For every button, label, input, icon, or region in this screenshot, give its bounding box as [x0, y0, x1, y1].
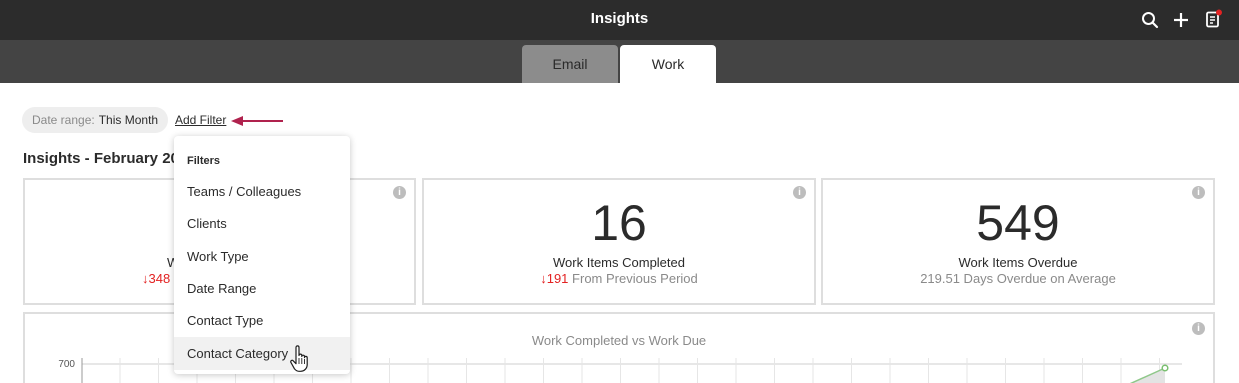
- kpi-delta: ↓191: [540, 271, 569, 286]
- app-title: Insights: [590, 10, 649, 27]
- filters-dropdown: Filters Teams / Colleagues Clients Work …: [174, 136, 350, 374]
- kpi-subtext: 219.51 Days Overdue on Average: [920, 271, 1116, 286]
- kpi-value: 16: [591, 195, 647, 251]
- kpi-delta: ↓348: [142, 271, 171, 286]
- kpi-subtext: ↓191 From Previous Period: [424, 271, 814, 286]
- notes-icon[interactable]: [1202, 9, 1224, 31]
- filter-option-work-type[interactable]: Work Type: [174, 240, 350, 273]
- kpi-card-completed: i 16 Work Items Completed ↓191 From Prev…: [422, 178, 816, 305]
- info-icon[interactable]: i: [393, 186, 406, 199]
- filter-option-teams[interactable]: Teams / Colleagues: [174, 175, 350, 208]
- plus-icon[interactable]: [1170, 9, 1192, 31]
- filter-option-date-range[interactable]: Date Range: [174, 272, 350, 305]
- tab-bar: Email Work: [0, 40, 1239, 83]
- top-bar: Insights: [0, 0, 1239, 40]
- kpi-comparison: From Previous Period: [572, 271, 698, 286]
- data-point: [1161, 364, 1169, 372]
- kpi-label: Work Items Overdue: [958, 255, 1078, 270]
- filter-option-contact-type[interactable]: Contact Type: [174, 304, 350, 337]
- search-icon[interactable]: [1139, 9, 1161, 31]
- dropdown-header: Filters: [187, 155, 221, 167]
- notification-dot: [1216, 9, 1222, 16]
- date-range-value: This Month: [98, 113, 159, 127]
- filter-option-clients[interactable]: Clients: [174, 207, 350, 240]
- date-range-chip[interactable]: Date range: This Month: [22, 107, 169, 133]
- hand-cursor-icon: [290, 345, 308, 372]
- kpi-value: 549: [976, 195, 1060, 251]
- kpi-label: Work Items Completed: [553, 255, 685, 270]
- tab-work[interactable]: Work: [620, 45, 716, 83]
- filter-option-contact-category[interactable]: Contact Category: [174, 337, 350, 370]
- kpi-card-overdue: i 549 Work Items Overdue 219.51 Days Ove…: [821, 178, 1215, 305]
- annotation-arrow-icon: [231, 116, 283, 126]
- add-filter-link[interactable]: Add Filter: [175, 113, 226, 127]
- y-tick-label: 700: [58, 359, 75, 370]
- page-title: Insights - February 20: [23, 150, 179, 167]
- tab-email[interactable]: Email: [522, 45, 618, 83]
- date-range-label: Date range:: [32, 113, 95, 127]
